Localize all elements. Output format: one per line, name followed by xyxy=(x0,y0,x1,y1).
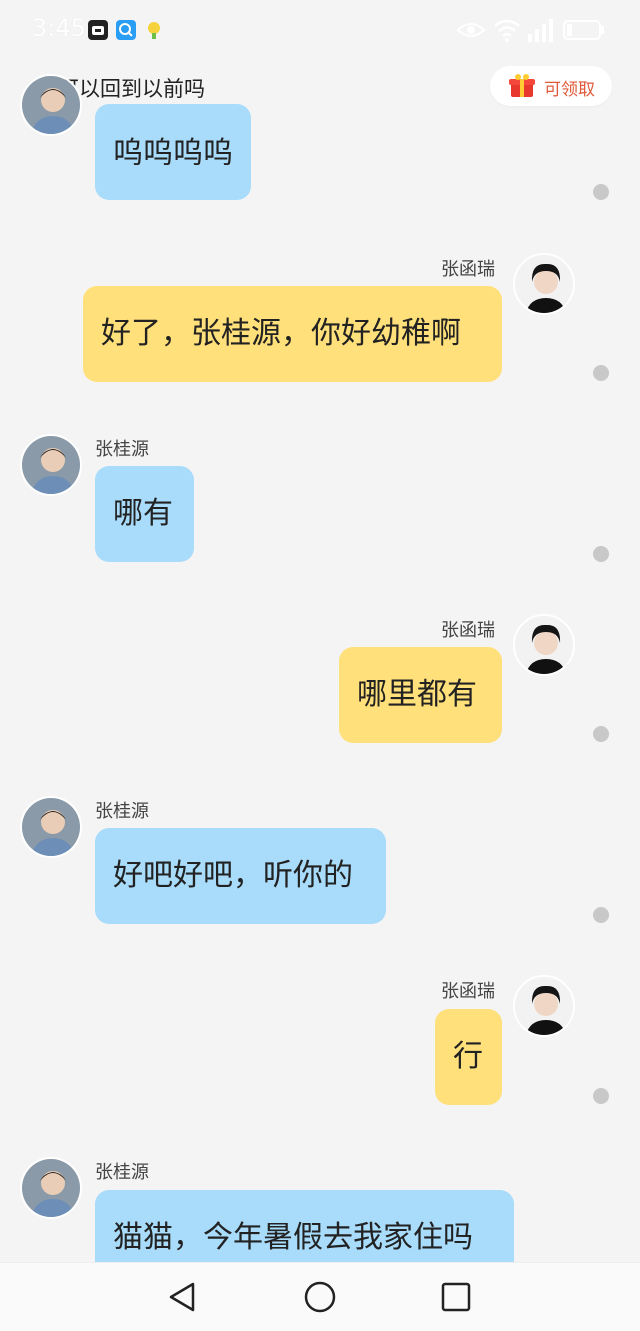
sender-name: 张桂源 xyxy=(95,439,149,460)
wifi-icon xyxy=(492,16,522,44)
weather-app-icon xyxy=(144,20,164,40)
read-status-dot xyxy=(593,184,609,200)
signal-icon xyxy=(526,16,556,44)
avatar-zhang-hanrui[interactable] xyxy=(513,253,575,315)
read-status-dot xyxy=(593,1088,609,1104)
sender-name: 张函瑞 xyxy=(441,981,495,1002)
message-bubble[interactable]: 呜呜呜呜 xyxy=(95,104,251,200)
message-bubble[interactable]: 行 xyxy=(435,1009,502,1105)
read-status-dot xyxy=(593,546,609,562)
triangle-back-icon[interactable] xyxy=(165,1279,201,1315)
status-time: 3:45 xyxy=(32,14,86,42)
message-bubble[interactable]: 好了，张桂源，你好幼稚啊 xyxy=(83,286,502,382)
sender-name: 张函瑞 xyxy=(441,259,495,280)
avatar-zhang-guiyuan[interactable] xyxy=(20,434,82,496)
claim-label: 可领取 xyxy=(544,80,595,100)
read-status-dot xyxy=(593,726,609,742)
avatar-zhang-guiyuan[interactable] xyxy=(20,74,82,136)
search-app-icon xyxy=(116,20,136,40)
circle-home-icon[interactable] xyxy=(302,1279,338,1315)
message-bubble[interactable]: 好吧好吧，听你的 xyxy=(95,828,386,924)
avatar-zhang-guiyuan[interactable] xyxy=(20,796,82,858)
battery-low-icon xyxy=(562,16,606,44)
system-nav-bar xyxy=(0,1262,640,1331)
eye-comfort-icon xyxy=(456,16,486,44)
avatar-zhang-guiyuan[interactable] xyxy=(20,1157,82,1219)
claim-reward-button[interactable]: 可领取 xyxy=(490,66,612,106)
message-bubble[interactable]: 哪有 xyxy=(95,466,194,562)
read-status-dot xyxy=(593,365,609,381)
sender-name: 张函瑞 xyxy=(441,620,495,641)
message-bubble[interactable]: 哪里都有 xyxy=(339,647,502,743)
avatar-zhang-hanrui[interactable] xyxy=(513,975,575,1037)
chat-header: 可以回到以前吗 可领取 xyxy=(0,60,640,116)
red-envelope-gift-icon xyxy=(508,73,536,99)
read-status-dot xyxy=(593,907,609,923)
sender-name: 张桂源 xyxy=(95,801,149,822)
avatar-zhang-hanrui[interactable] xyxy=(513,614,575,676)
status-bar: 3:45 xyxy=(0,0,640,60)
app-notification-icon xyxy=(88,20,108,40)
sender-name: 张桂源 xyxy=(95,1162,149,1183)
square-recents-icon[interactable] xyxy=(438,1279,474,1315)
